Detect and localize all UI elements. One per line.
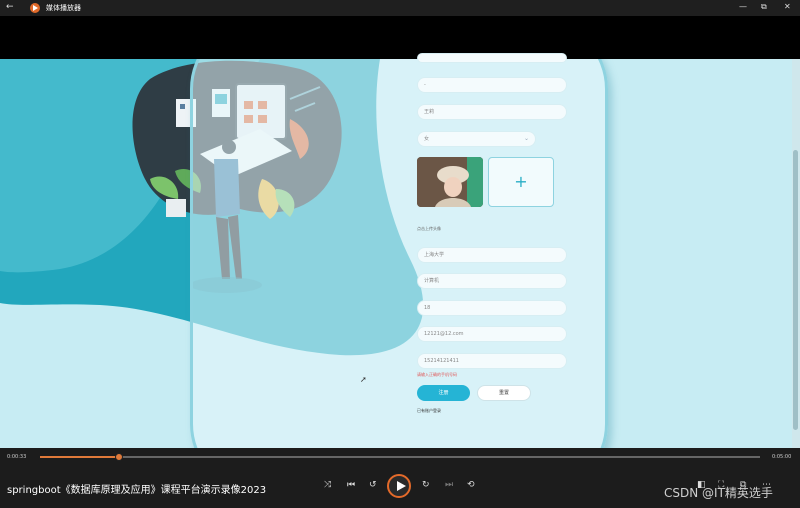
csdn-watermark: CSDN @IT精英选手 (664, 486, 773, 500)
age-field[interactable]: 18 (417, 300, 567, 316)
maximize-icon[interactable]: ⧉ (761, 2, 767, 12)
form-field-partial[interactable] (417, 53, 567, 63)
mouse-cursor-icon: ➚ (360, 375, 367, 384)
photo-face (444, 177, 462, 197)
play-button[interactable] (387, 474, 411, 498)
video-frame[interactable] (0, 59, 792, 448)
close-icon[interactable]: ✕ (784, 2, 791, 11)
reset-button[interactable]: 重置 (477, 385, 531, 401)
minimize-icon[interactable]: — (739, 2, 747, 11)
photo-wall (467, 157, 483, 207)
gender-select[interactable]: 女 ⌄ (417, 131, 536, 147)
register-button[interactable]: 注册 (417, 385, 470, 401)
scrollbar-thumb[interactable] (793, 150, 798, 430)
current-time: 0:00:33 (7, 454, 27, 460)
letterbox-bar (0, 16, 800, 59)
card-block (180, 104, 185, 109)
avatar-hint: 点击上传头像 (417, 226, 441, 231)
seek-progress (40, 456, 120, 458)
rewind-10-icon[interactable]: ↺ (369, 480, 377, 490)
school-field[interactable]: 上海大学 (417, 247, 567, 263)
login-link[interactable]: 已有账户登录 (417, 408, 441, 414)
player-controls: 0:00:33 0:05:00 springboot《数据库原理及应用》课程平台… (0, 448, 800, 508)
video-title: springboot《数据库原理及应用》课程平台演示录像2023 (7, 485, 267, 496)
window-title: 媒体播放器 (46, 4, 81, 12)
form-field-dash[interactable]: - (417, 77, 567, 93)
forward-30-icon[interactable]: ↻ (422, 480, 430, 490)
email-field[interactable]: 12121@12.com (417, 326, 567, 342)
back-icon[interactable]: ← (6, 2, 14, 12)
media-player-app-icon (30, 3, 40, 13)
phone-error-text: 请输入正确的手机号码 (417, 372, 457, 377)
gender-select-value: 女 (424, 136, 430, 142)
name-field[interactable]: 王莉 (417, 104, 567, 120)
repeat-icon[interactable]: ⟲ (467, 480, 475, 490)
seek-bar[interactable] (40, 456, 760, 458)
phone-field[interactable]: 15214121411 (417, 353, 567, 369)
seek-handle[interactable] (115, 453, 124, 461)
avatar-photo[interactable] (417, 157, 483, 207)
plant-pot (166, 199, 186, 217)
shuffle-icon[interactable]: ⤨ (324, 480, 331, 490)
avatar-image (417, 157, 483, 207)
major-field[interactable]: 计算机 (417, 273, 567, 289)
title-bar: ← 媒体播放器 — ⧉ ✕ (0, 0, 800, 16)
chevron-down-icon: ⌄ (523, 135, 529, 142)
total-time: 0:05:00 (772, 454, 792, 460)
upload-avatar-button[interactable]: + (488, 157, 554, 207)
next-icon[interactable]: ⏭ (445, 480, 453, 490)
previous-icon[interactable]: ⏮ (347, 480, 355, 490)
